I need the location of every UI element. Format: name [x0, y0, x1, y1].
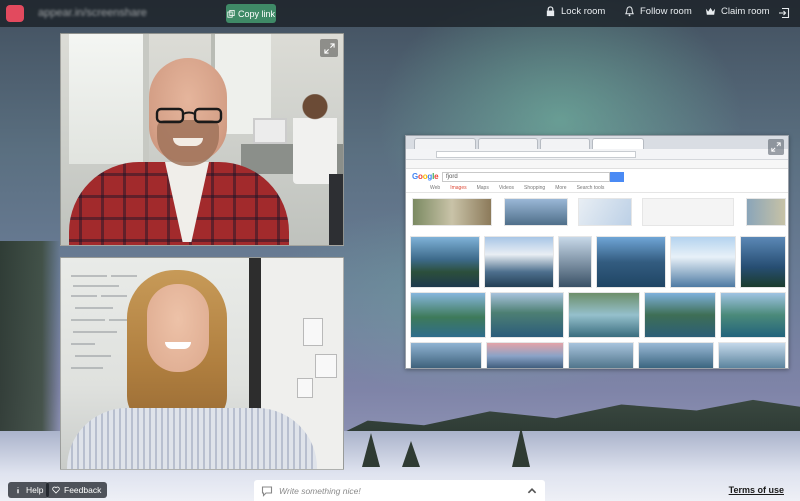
search-tool-images[interactable]: Images [450, 185, 466, 191]
search-tool-search-tools[interactable]: Search tools [577, 185, 605, 191]
image-result[interactable] [720, 292, 786, 338]
background-trees [0, 241, 60, 461]
search-tool-videos[interactable]: Videos [499, 185, 514, 191]
image-result[interactable] [558, 236, 592, 288]
image-result[interactable] [596, 236, 666, 288]
browser-url-bar [406, 149, 788, 160]
copy-link-label: Copy link [237, 8, 275, 19]
image-result[interactable] [670, 236, 736, 288]
video-tile-participant-2[interactable] [60, 257, 344, 470]
exit-icon[interactable] [778, 7, 790, 19]
browser-tab[interactable] [414, 138, 476, 149]
video-background-chair [329, 174, 343, 245]
lock-icon [546, 6, 555, 17]
chat-bubble-icon [261, 485, 273, 497]
wall-poster [297, 378, 313, 398]
chat-box[interactable] [254, 480, 545, 501]
search-tool-shopping[interactable]: Shopping [524, 185, 545, 191]
top-bar: appear.in/screenshare Copy link Lock roo… [0, 0, 800, 27]
browser-tab[interactable] [478, 138, 538, 149]
follow-room-button[interactable]: Follow room [624, 6, 692, 17]
help-button[interactable]: Help [8, 482, 50, 498]
room-name: appear.in/screenshare [38, 7, 147, 19]
search-button[interactable] [610, 172, 624, 182]
bell-icon [625, 6, 634, 17]
feedback-button[interactable]: Feedback [46, 482, 108, 498]
crown-icon [705, 7, 716, 15]
video-background-person [293, 94, 337, 184]
participant-smile [173, 138, 203, 146]
help-label: Help [26, 485, 44, 495]
browser-bookmarks-bar [406, 160, 788, 169]
video-background-window [69, 34, 149, 164]
participant-face [147, 284, 209, 372]
claim-room-button[interactable]: Claim room [705, 6, 770, 17]
image-result[interactable] [484, 236, 554, 288]
follow-room-label: Follow room [640, 6, 692, 17]
lock-room-label: Lock room [561, 6, 606, 17]
video-tile-participant-1[interactable] [60, 33, 344, 246]
background-tree [512, 427, 530, 467]
claim-room-label: Claim room [721, 6, 770, 17]
video-background-monitor [253, 118, 287, 144]
search-engine-logo: Google [412, 172, 439, 181]
participant-smile [165, 342, 191, 349]
browser-tab[interactable] [540, 138, 590, 149]
copy-icon [227, 9, 235, 18]
terms-of-use-link[interactable]: Terms of use [729, 485, 784, 495]
search-tool-more[interactable]: More [555, 185, 566, 191]
wall-poster [315, 354, 337, 378]
divider [406, 192, 788, 193]
search-tool-web[interactable]: Web [430, 185, 440, 191]
search-tools-row: Web Images Maps Videos Shopping More Sea… [430, 185, 604, 191]
wall-poster [303, 318, 323, 346]
app-logo[interactable] [6, 5, 24, 22]
image-result[interactable] [644, 292, 716, 338]
related-image-thumbnail[interactable] [746, 198, 786, 226]
feedback-label: Feedback [64, 485, 102, 495]
image-result[interactable] [568, 292, 640, 338]
chevron-up-icon[interactable] [526, 485, 538, 497]
participant-glasses [155, 107, 223, 124]
image-result[interactable] [410, 342, 482, 368]
participant-shirt [67, 408, 317, 469]
image-result[interactable] [638, 342, 714, 368]
browser-tab-bar [406, 136, 788, 149]
background-tree [362, 433, 380, 467]
search-tool-maps[interactable]: Maps [477, 185, 489, 191]
related-image-thumbnail[interactable] [578, 198, 632, 226]
image-result[interactable] [410, 236, 480, 288]
related-image-thumbnail[interactable] [412, 198, 492, 226]
image-result[interactable] [740, 236, 786, 288]
lock-room-button[interactable]: Lock room [545, 6, 605, 17]
chat-input[interactable] [279, 485, 520, 496]
related-image-thumbnail[interactable] [504, 198, 568, 226]
image-result[interactable] [486, 342, 564, 368]
search-query-field[interactable]: fjord [442, 172, 610, 182]
heart-icon [52, 486, 60, 494]
expand-icon[interactable] [768, 139, 784, 155]
browser-address-field[interactable] [436, 151, 636, 158]
help-icon [17, 487, 19, 494]
background-tree [402, 441, 420, 467]
browser-tab[interactable] [592, 138, 644, 149]
image-result[interactable] [410, 292, 486, 338]
copy-link-button[interactable]: Copy link [226, 4, 276, 23]
image-result[interactable] [568, 342, 634, 368]
screenshare-window[interactable]: Google fjord Web Images Maps Videos Shop… [405, 135, 789, 369]
image-result[interactable] [490, 292, 564, 338]
image-result[interactable] [718, 342, 786, 368]
expand-icon[interactable] [320, 39, 338, 57]
related-image-thumbnail[interactable] [642, 198, 734, 226]
